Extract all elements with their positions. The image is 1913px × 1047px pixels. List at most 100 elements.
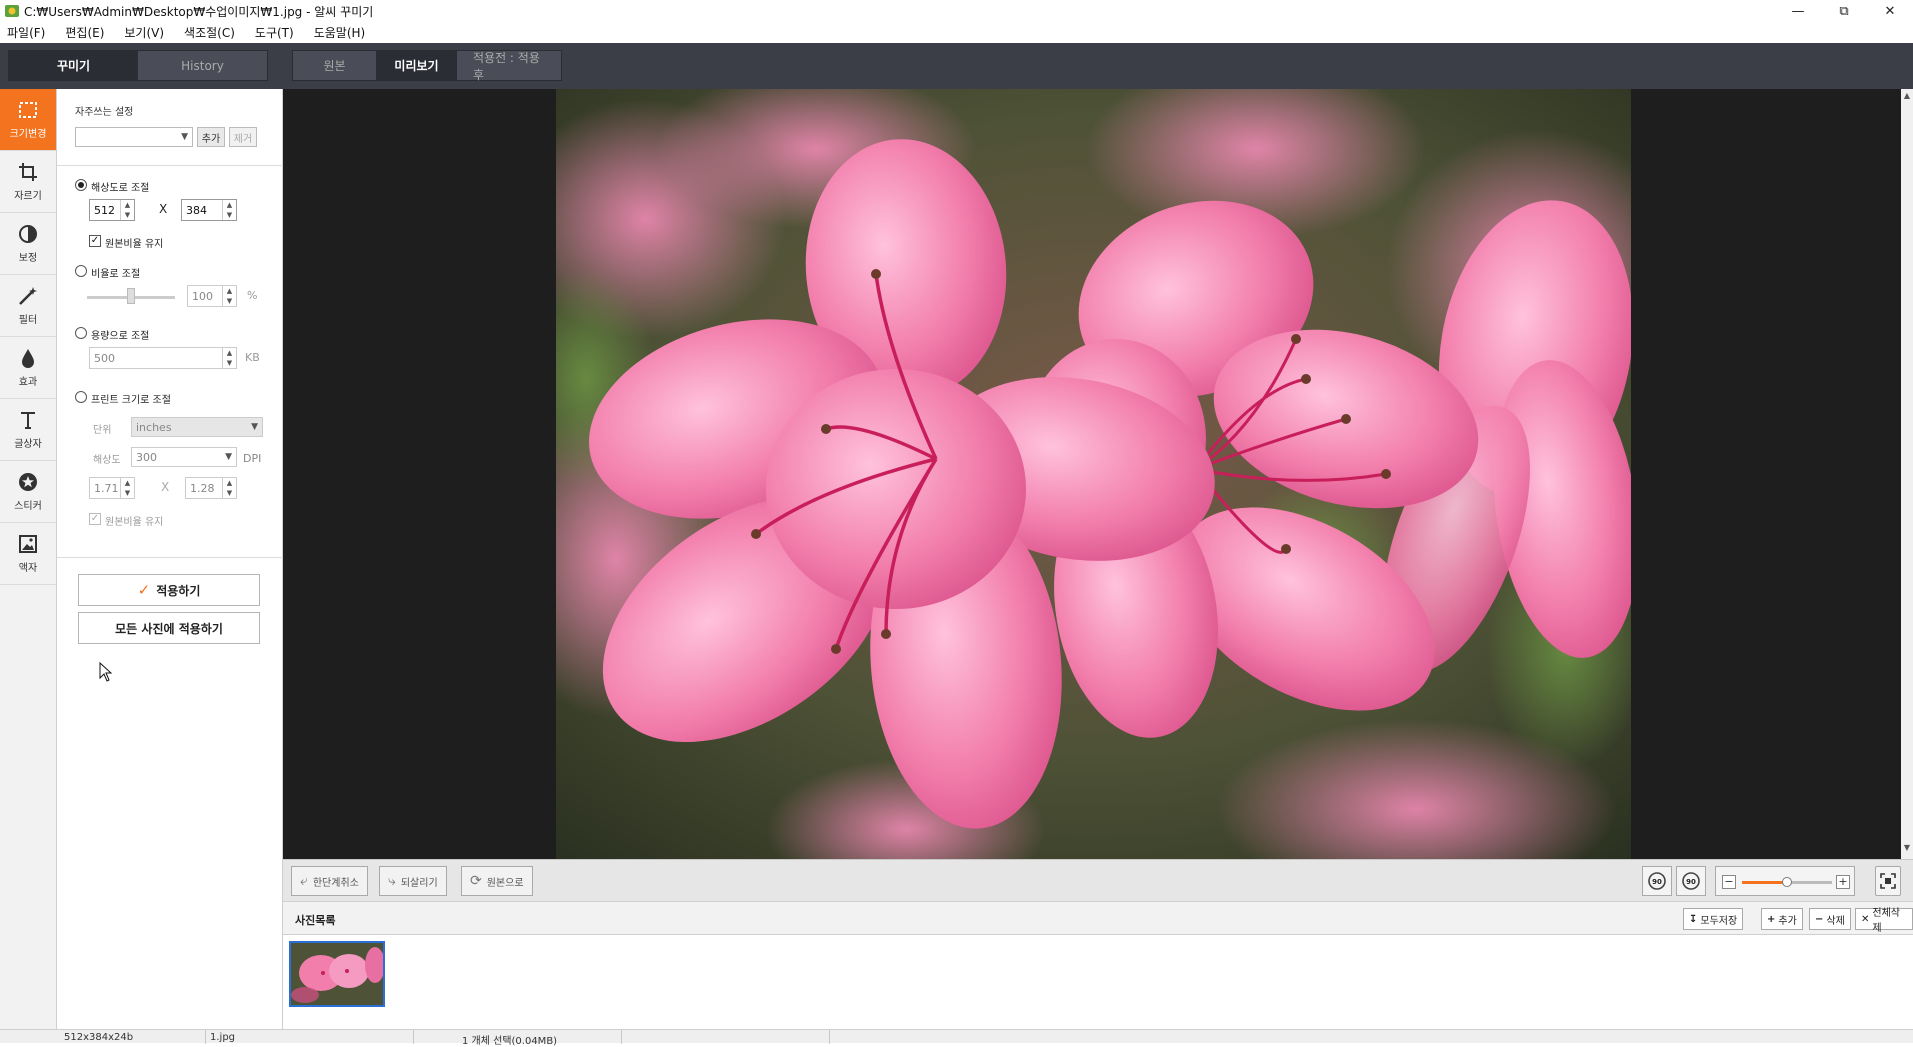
menu-view[interactable]: 보기(V) — [121, 24, 167, 41]
preview-canvas[interactable]: ▲ ▼ — [283, 89, 1913, 859]
height-input[interactable]: 384 ▲ ▼ — [181, 199, 237, 221]
resolution-label: 해상도로 조절 — [91, 183, 150, 194]
filesize-input[interactable]: 500 ▲ ▼ — [89, 347, 237, 369]
minimize-icon[interactable]: — — [1775, 0, 1821, 22]
print-radio[interactable] — [75, 391, 87, 403]
delete-photo-button[interactable]: − 삭제 — [1809, 908, 1851, 930]
scroll-down-icon[interactable]: ▼ — [1901, 843, 1913, 857]
filesize-label: 용량으로 조절 — [91, 331, 150, 342]
dpi-unit: DPI — [243, 452, 262, 465]
favorites-select[interactable]: ▼ — [75, 127, 193, 147]
photo-thumbnail[interactable] — [289, 941, 385, 1007]
remove-favorite-button[interactable]: 제거 — [229, 127, 257, 147]
rail-filter[interactable]: 필터 — [0, 275, 56, 337]
filesize-radio[interactable] — [75, 327, 87, 339]
rail-crop[interactable]: 자르기 — [0, 151, 56, 213]
close-icon[interactable]: ✕ — [1867, 0, 1913, 22]
width-input[interactable]: 512 ▲ ▼ — [89, 199, 135, 221]
check-icon: ✓ — [137, 581, 151, 599]
preview-scrollbar[interactable]: ▲ ▼ — [1901, 89, 1913, 859]
photo-list — [283, 935, 1913, 1029]
rail-label: 자르기 — [14, 191, 42, 202]
menu-edit[interactable]: 편집(E) — [62, 24, 107, 41]
chevron-down-icon: ▼ — [181, 132, 188, 142]
apply-label: 적용하기 — [156, 583, 201, 598]
stepper-icon[interactable]: ▲ ▼ — [120, 200, 134, 220]
rotate-left-button[interactable]: 90 — [1642, 866, 1672, 896]
dpi-select[interactable]: 300 ▼ — [131, 447, 237, 467]
apply-button[interactable]: ✓ 적용하기 — [78, 574, 260, 606]
close-icon: ✕ — [1861, 913, 1870, 925]
keep-ratio-checkbox[interactable]: ✓ — [89, 235, 101, 247]
stepper-icon[interactable]: ▲ ▼ — [222, 348, 236, 368]
rail-text[interactable]: 글상자 — [0, 399, 56, 461]
zoom-slider-thumb[interactable] — [1782, 877, 1792, 887]
zoom-in-button[interactable]: + — [1836, 875, 1850, 889]
plus-icon: + — [1767, 913, 1776, 925]
delete-all-label: 전체삭제 — [1872, 908, 1900, 934]
rail-label: 보정 — [18, 253, 38, 264]
apply-all-button[interactable]: 모든 사진에 적용하기 — [78, 612, 260, 644]
redo-button[interactable]: ⤷ 되살리기 — [379, 866, 447, 896]
undo-button[interactable]: ⤶ 한단계취소 — [291, 866, 368, 896]
add-favorite-button[interactable]: 추가 — [197, 127, 225, 147]
redo-label: 되살리기 — [400, 877, 438, 889]
revert-button[interactable]: ⟳ 원본으로 — [461, 866, 533, 896]
photo-preview[interactable] — [556, 89, 1631, 859]
fullscreen-icon — [1880, 873, 1896, 889]
refresh-icon: ⟳ — [470, 873, 482, 889]
print-height-input[interactable]: 1.28 ▲ ▼ — [185, 477, 237, 499]
zoom-control: − + — [1715, 866, 1855, 896]
top-toolbar: 꾸미기 History 원본 미리보기 적용전 : 적용후 — [0, 43, 1913, 89]
rail-resize[interactable]: 크기변경 — [0, 89, 56, 151]
stepper-icon[interactable]: ▲ ▼ — [222, 200, 236, 220]
rail-effect[interactable]: 효과 — [0, 337, 56, 399]
app-icon — [5, 5, 19, 17]
ratio-input[interactable]: 100 ▲ ▼ — [187, 285, 237, 307]
menu-color[interactable]: 색조절(C) — [181, 24, 238, 41]
stepper-icon[interactable]: ▲ ▼ — [222, 478, 236, 498]
print-keep-ratio-checkbox[interactable]: ✓ — [89, 513, 101, 525]
rail-label: 액자 — [18, 563, 38, 574]
resolution-radio[interactable] — [75, 179, 87, 191]
add-photo-button[interactable]: + 추가 — [1761, 908, 1803, 930]
print-keep-ratio-label: 원본비율 유지 — [105, 517, 164, 528]
percent-unit: % — [247, 289, 258, 302]
rail-sticker[interactable]: 스티커 — [0, 461, 56, 523]
print-unit-select[interactable]: inches ▼ — [131, 417, 263, 437]
menu-tools[interactable]: 도구(T) — [252, 24, 297, 41]
undo-label: 한단계취소 — [312, 877, 359, 889]
chevron-down-icon: ▼ — [225, 452, 232, 462]
restore-icon[interactable]: ⧉ — [1821, 0, 1867, 22]
print-width-input[interactable]: 1.71 ▲ ▼ — [89, 477, 135, 499]
delete-photo-label: 삭제 — [1826, 915, 1845, 927]
rail-adjust[interactable]: 보정 — [0, 213, 56, 275]
save-all-button[interactable]: ↧ 모두저장 — [1683, 908, 1744, 930]
ratio-label: 비율로 조절 — [91, 269, 141, 280]
kb-unit: KB — [245, 351, 260, 364]
dpi-label: 해상도 — [93, 455, 121, 466]
dpi-value: 300 — [136, 450, 157, 464]
delete-all-button[interactable]: ✕ 전체삭제 — [1855, 908, 1913, 934]
rail-label: 필터 — [18, 315, 38, 326]
menu-file[interactable]: 파일(F) — [4, 24, 48, 41]
width-value: 512 — [94, 203, 115, 217]
fit-screen-button[interactable] — [1875, 866, 1901, 896]
rotate-right-button[interactable]: 90 — [1676, 866, 1706, 896]
stepper-icon[interactable]: ▲ ▼ — [222, 286, 236, 306]
tab-compare[interactable]: 적용전 : 적용후 — [457, 51, 561, 82]
crop-icon — [19, 163, 37, 181]
edit-toolbar: ⤶ 한단계취소 ⤷ 되살리기 ⟳ 원본으로 90 90 − + — [283, 859, 1913, 901]
zoom-out-button[interactable]: − — [1722, 875, 1736, 889]
menu-help[interactable]: 도움말(H) — [311, 24, 369, 41]
stepper-icon[interactable]: ▲ ▼ — [120, 478, 134, 498]
tab-preview[interactable]: 미리보기 — [377, 51, 457, 80]
tab-history[interactable]: History — [138, 51, 267, 80]
tab-original[interactable]: 원본 — [293, 51, 377, 80]
times-sign: X — [161, 480, 170, 494]
rail-frame[interactable]: 액자 — [0, 523, 56, 585]
tab-decorate[interactable]: 꾸미기 — [9, 51, 138, 80]
ratio-slider-thumb[interactable] — [127, 288, 135, 304]
scroll-up-icon[interactable]: ▲ — [1901, 91, 1913, 105]
ratio-radio[interactable] — [75, 265, 87, 277]
